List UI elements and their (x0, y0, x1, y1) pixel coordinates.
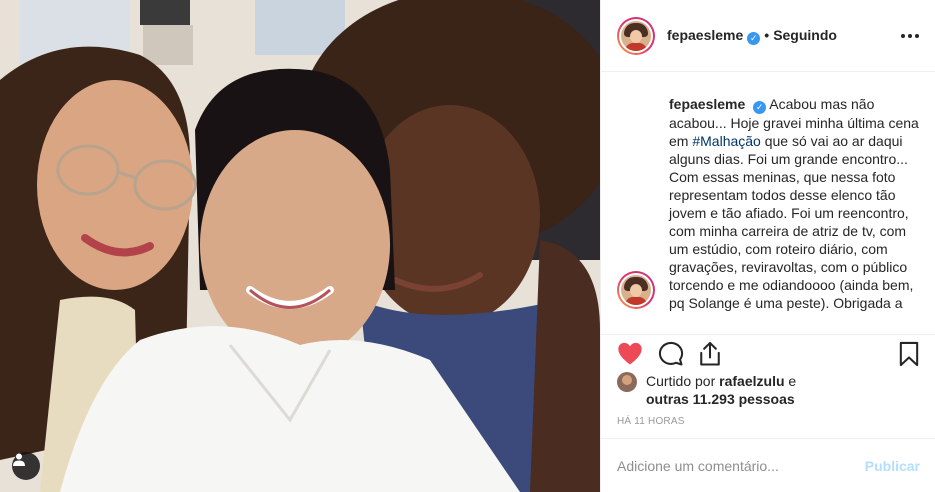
comment-bar: Publicar (601, 438, 935, 492)
liker-username[interactable]: rafaelzulu (719, 373, 784, 389)
header-username[interactable]: fepaesleme (667, 27, 743, 43)
liker-avatar[interactable] (617, 372, 637, 392)
post-caption: fepaesleme ✓ Acabou mas não acabou... Ho… (669, 95, 919, 312)
likes-summary: Curtido por rafaelzulu e outras 11.293 p… (617, 372, 917, 408)
more-options-icon[interactable] (900, 26, 920, 46)
caption-verified-icon: ✓ (753, 101, 767, 114)
comment-input[interactable] (617, 457, 865, 474)
selfie-illustration (0, 0, 600, 492)
caption-username[interactable]: fepaesleme (669, 96, 745, 112)
verified-badge-icon: ✓ (747, 31, 761, 45)
author-avatar[interactable] (617, 16, 655, 55)
likes-count-link[interactable]: outras 11.293 pessoas (646, 391, 795, 407)
share-icon[interactable] (696, 340, 724, 368)
post-timestamp[interactable]: HÁ 11 HORAS (617, 416, 685, 427)
post-header: fepaesleme ✓ • Seguindo (601, 0, 935, 72)
likes-text: Curtido por rafaelzulu e outras 11.293 p… (646, 372, 796, 408)
caption-scroll-area[interactable]: fepaesleme ✓ Acabou mas não acabou... Ho… (601, 73, 935, 333)
liked-by-conjunction: e (788, 373, 797, 389)
save-bookmark-icon[interactable] (895, 340, 923, 368)
header-separator: • (764, 26, 770, 43)
caption-avatar[interactable] (617, 271, 655, 309)
instagram-post: fepaesleme ✓ • Seguindo fepaesleme ✓ Acabou… (0, 0, 935, 492)
post-sidebar: fepaesleme ✓ • Seguindo fepaesleme ✓ Acabou… (600, 0, 935, 492)
comment-bubble-icon[interactable] (657, 340, 685, 368)
like-heart-icon[interactable] (616, 340, 644, 368)
caption-hashtag-link[interactable]: #Malhação (692, 133, 761, 149)
user-tag-icon (13, 453, 25, 466)
post-photo[interactable] (0, 0, 600, 492)
header-username-group: fepaesleme ✓ • Seguindo (667, 27, 837, 45)
caption-text-2: que só vai ao ar daqui alguns dias. Foi … (669, 133, 914, 311)
publish-comment-button[interactable]: Publicar (865, 458, 920, 474)
liked-by-prefix: Curtido por (646, 373, 716, 389)
tagged-users-button[interactable] (12, 452, 40, 480)
action-bar (601, 334, 935, 370)
follow-status-button[interactable]: Seguindo (773, 27, 837, 43)
